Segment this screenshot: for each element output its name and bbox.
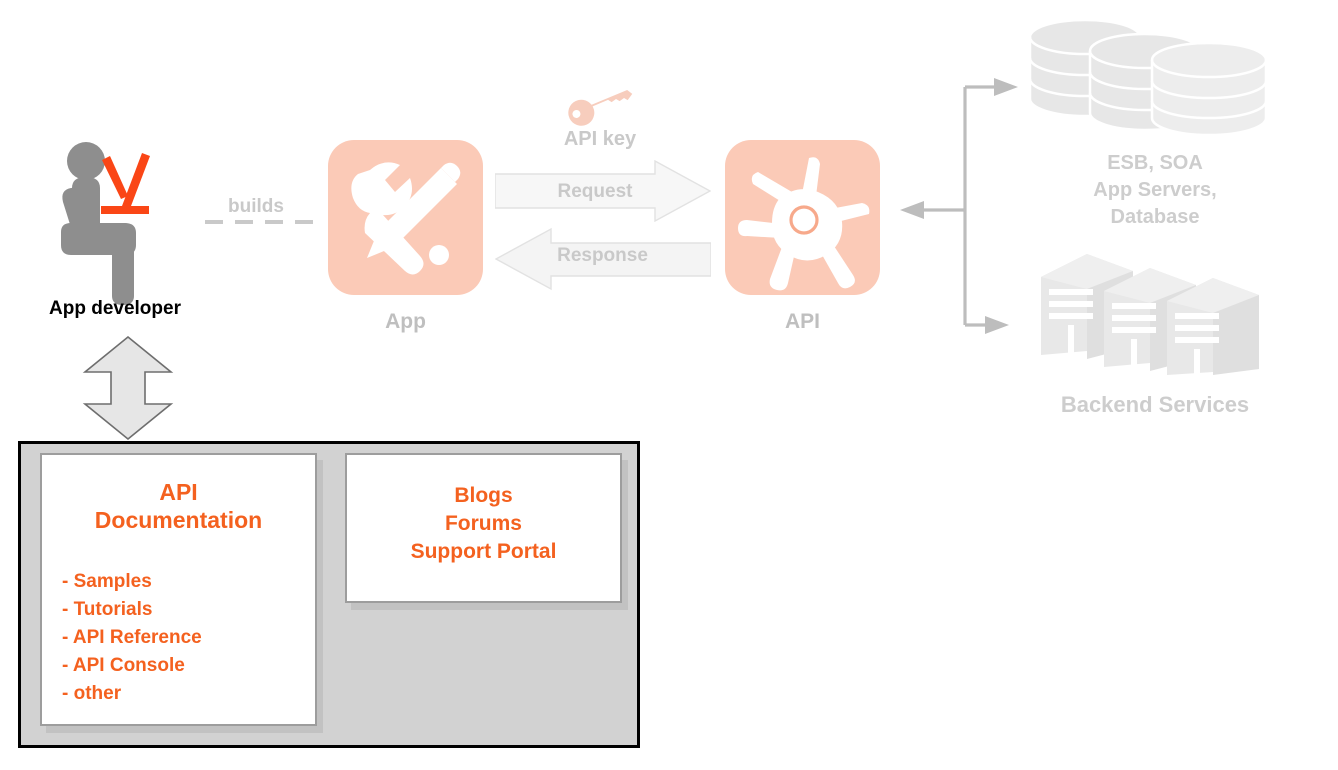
api-key-label: API key <box>563 128 637 150</box>
developer-label: App developer <box>49 298 181 319</box>
builds-dashed-connector <box>205 220 317 224</box>
backend-connector-arrows <box>890 60 1020 350</box>
server-racks-icon <box>1035 245 1270 375</box>
list-item: - Tutorials <box>62 598 153 620</box>
api-hub-starburst-icon <box>738 157 870 291</box>
backend-services-label: Backend Services <box>1060 392 1250 417</box>
api-documentation-items: - Samples - Tutorials - API Reference - … <box>62 568 312 708</box>
api-documentation-title-line-1: API <box>159 479 198 505</box>
database-label: ESB, SOA App Servers, Database <box>1010 150 1300 231</box>
app-tile[interactable] <box>328 140 483 295</box>
developer-docs-double-arrow <box>82 335 174 441</box>
database-label-line-2: App Servers, <box>1093 179 1217 201</box>
list-item: - API Console <box>62 654 185 676</box>
request-label: Request <box>557 181 633 202</box>
community-title-line-1: Blogs <box>454 484 513 507</box>
api-documentation-title: API Documentation <box>40 478 317 534</box>
builds-label: builds <box>228 196 284 217</box>
api-label: API <box>784 310 820 333</box>
community-title-line-2: Forums <box>444 511 522 535</box>
response-label: Response <box>557 245 648 266</box>
list-item: - API Reference <box>62 626 202 648</box>
wrench-and-pencil-icon <box>351 162 461 275</box>
database-label-line-1: ESB, SOA <box>1107 152 1203 174</box>
community-title: Blogs Forums Support Portal <box>345 482 622 566</box>
community-title-line-3: Support Portal <box>410 539 557 563</box>
api-documentation-title-line-2: Documentation <box>94 507 263 534</box>
database-label-line-3: Database <box>1110 206 1200 228</box>
list-item: - other <box>62 682 122 704</box>
list-item: - Samples <box>62 571 152 592</box>
database-cylinders-icon <box>1020 15 1285 137</box>
api-tile[interactable] <box>725 140 880 295</box>
app-label: App <box>385 310 426 333</box>
developer-icon <box>55 140 180 305</box>
key-icon <box>560 84 640 126</box>
